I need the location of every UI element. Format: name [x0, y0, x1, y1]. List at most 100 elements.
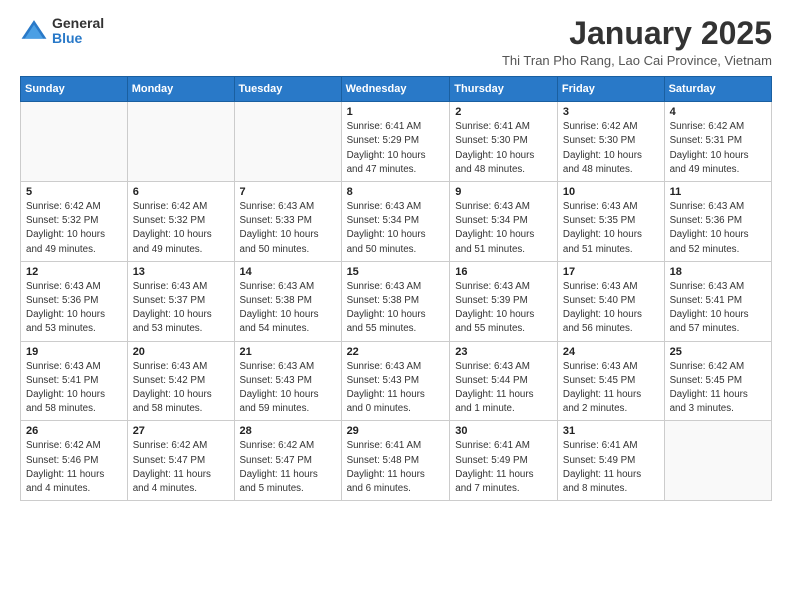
- header-day-sunday: Sunday: [21, 77, 128, 102]
- calendar-cell: 6Sunrise: 6:42 AM Sunset: 5:32 PM Daylig…: [127, 182, 234, 262]
- header: General Blue January 2025 Thi Tran Pho R…: [20, 16, 772, 68]
- day-number: 9: [455, 186, 552, 198]
- day-info: Sunrise: 6:43 AM Sunset: 5:33 PM Dayligh…: [240, 200, 336, 257]
- page: General Blue January 2025 Thi Tran Pho R…: [0, 0, 792, 517]
- day-info: Sunrise: 6:41 AM Sunset: 5:49 PM Dayligh…: [455, 439, 552, 496]
- calendar-week-5: 26 Sunrise: 6:42 AM Sunset: 5:46 PM Dayli…: [21, 421, 772, 501]
- header-day-friday: Friday: [557, 77, 664, 102]
- calendar-cell: 16 Sunrise: 6:43 AM Sunset: 5:39 PM Dayli…: [450, 261, 558, 341]
- logo-general: General: [52, 16, 104, 31]
- day-number: 26: [26, 425, 122, 437]
- calendar-cell: 7 Sunrise: 6:43 AM Sunset: 5:33 PM Daylig…: [234, 182, 341, 262]
- day-number: 16: [455, 266, 552, 278]
- day-info: Sunrise: 6:41 AM Sunset: 5:30 PM Dayligh…: [455, 120, 552, 177]
- calendar-cell: 5 Sunrise: 6:42 AM Sunset: 5:32 PM Daylig…: [21, 182, 128, 262]
- calendar-cell: 8 Sunrise: 6:43 AM Sunset: 5:34 PM Daylig…: [341, 182, 450, 262]
- day-number: 15: [347, 266, 445, 278]
- day-info: Sunrise: 6:42 AM Sunset: 5:30 PM Dayligh…: [563, 120, 659, 177]
- calendar-cell: 2Sunrise: 6:41 AM Sunset: 5:30 PM Daylig…: [450, 102, 558, 182]
- day-number: 1: [347, 106, 445, 118]
- calendar-cell: 25Sunrise: 6:42 AM Sunset: 5:45 PM Dayli…: [664, 341, 771, 421]
- day-info: Sunrise: 6:43 AM Sunset: 5:34 PM Dayligh…: [455, 200, 552, 257]
- day-info: Sunrise: 6:43 AM Sunset: 5:40 PM Dayligh…: [563, 280, 659, 337]
- calendar-cell: 21Sunrise: 6:43 AM Sunset: 5:43 PM Dayli…: [234, 341, 341, 421]
- calendar-cell: 27Sunrise: 6:42 AM Sunset: 5:47 PM Dayli…: [127, 421, 234, 501]
- calendar-cell: 26 Sunrise: 6:42 AM Sunset: 5:46 PM Dayli…: [21, 421, 128, 501]
- calendar: SundayMondayTuesdayWednesdayThursdayFrid…: [20, 76, 772, 501]
- day-number: 31: [563, 425, 659, 437]
- day-number: 25: [670, 346, 766, 358]
- day-number: 21: [240, 346, 336, 358]
- day-info: Sunrise: 6:43 AM Sunset: 5:42 PM Dayligh…: [133, 360, 229, 417]
- day-number: 23: [455, 346, 552, 358]
- calendar-cell: 22 Sunrise: 6:43 AM Sunset: 5:43 PM Dayli…: [341, 341, 450, 421]
- day-info: Sunrise: 6:41 AM Sunset: 5:48 PM Dayligh…: [347, 439, 445, 496]
- calendar-cell: 4Sunrise: 6:42 AM Sunset: 5:31 PM Daylig…: [664, 102, 771, 182]
- day-info: Sunrise: 6:43 AM Sunset: 5:38 PM Dayligh…: [347, 280, 445, 337]
- calendar-header-row: SundayMondayTuesdayWednesdayThursdayFrid…: [21, 77, 772, 102]
- day-info: Sunrise: 6:43 AM Sunset: 5:44 PM Dayligh…: [455, 360, 552, 417]
- day-number: 8: [347, 186, 445, 198]
- day-info: Sunrise: 6:42 AM Sunset: 5:31 PM Dayligh…: [670, 120, 766, 177]
- day-info: Sunrise: 6:41 AM Sunset: 5:29 PM Dayligh…: [347, 120, 445, 177]
- calendar-cell: [664, 421, 771, 501]
- day-number: 19: [26, 346, 122, 358]
- calendar-cell: 15 Sunrise: 6:43 AM Sunset: 5:38 PM Dayli…: [341, 261, 450, 341]
- header-day-thursday: Thursday: [450, 77, 558, 102]
- calendar-cell: 13 Sunrise: 6:43 AM Sunset: 5:37 PM Dayli…: [127, 261, 234, 341]
- calendar-cell: [127, 102, 234, 182]
- calendar-cell: [21, 102, 128, 182]
- subtitle: Thi Tran Pho Rang, Lao Cai Province, Vie…: [502, 53, 772, 68]
- logo-icon: [20, 17, 48, 45]
- calendar-cell: 12Sunrise: 6:43 AM Sunset: 5:36 PM Dayli…: [21, 261, 128, 341]
- day-number: 7: [240, 186, 336, 198]
- header-day-saturday: Saturday: [664, 77, 771, 102]
- calendar-cell: [234, 102, 341, 182]
- calendar-cell: 1 Sunrise: 6:41 AM Sunset: 5:29 PM Daylig…: [341, 102, 450, 182]
- calendar-cell: 31 Sunrise: 6:41 AM Sunset: 5:49 PM Dayli…: [557, 421, 664, 501]
- month-title: January 2025: [502, 16, 772, 51]
- day-info: Sunrise: 6:42 AM Sunset: 5:32 PM Dayligh…: [26, 200, 122, 257]
- day-info: Sunrise: 6:43 AM Sunset: 5:45 PM Dayligh…: [563, 360, 659, 417]
- calendar-cell: 11Sunrise: 6:43 AM Sunset: 5:36 PM Dayli…: [664, 182, 771, 262]
- day-number: 13: [133, 266, 229, 278]
- day-number: 24: [563, 346, 659, 358]
- calendar-cell: 20Sunrise: 6:43 AM Sunset: 5:42 PM Dayli…: [127, 341, 234, 421]
- calendar-cell: 18 Sunrise: 6:43 AM Sunset: 5:41 PM Dayli…: [664, 261, 771, 341]
- day-number: 22: [347, 346, 445, 358]
- day-info: Sunrise: 6:43 AM Sunset: 5:37 PM Dayligh…: [133, 280, 229, 337]
- calendar-week-1: 1 Sunrise: 6:41 AM Sunset: 5:29 PM Daylig…: [21, 102, 772, 182]
- day-number: 11: [670, 186, 766, 198]
- day-info: Sunrise: 6:43 AM Sunset: 5:36 PM Dayligh…: [26, 280, 122, 337]
- day-info: Sunrise: 6:43 AM Sunset: 5:34 PM Dayligh…: [347, 200, 445, 257]
- calendar-cell: 23 Sunrise: 6:43 AM Sunset: 5:44 PM Dayli…: [450, 341, 558, 421]
- header-day-tuesday: Tuesday: [234, 77, 341, 102]
- day-info: Sunrise: 6:43 AM Sunset: 5:43 PM Dayligh…: [347, 360, 445, 417]
- day-number: 3: [563, 106, 659, 118]
- logo: General Blue: [20, 16, 104, 47]
- calendar-week-4: 19 Sunrise: 6:43 AM Sunset: 5:41 PM Dayli…: [21, 341, 772, 421]
- day-info: Sunrise: 6:42 AM Sunset: 5:47 PM Dayligh…: [240, 439, 336, 496]
- day-number: 28: [240, 425, 336, 437]
- header-day-monday: Monday: [127, 77, 234, 102]
- day-info: Sunrise: 6:43 AM Sunset: 5:38 PM Dayligh…: [240, 280, 336, 337]
- header-day-wednesday: Wednesday: [341, 77, 450, 102]
- calendar-cell: 17 Sunrise: 6:43 AM Sunset: 5:40 PM Dayli…: [557, 261, 664, 341]
- day-number: 17: [563, 266, 659, 278]
- title-block: January 2025 Thi Tran Pho Rang, Lao Cai …: [502, 16, 772, 68]
- calendar-week-3: 12Sunrise: 6:43 AM Sunset: 5:36 PM Dayli…: [21, 261, 772, 341]
- logo-text: General Blue: [52, 16, 104, 47]
- day-info: Sunrise: 6:43 AM Sunset: 5:41 PM Dayligh…: [670, 280, 766, 337]
- logo-blue: Blue: [52, 31, 104, 46]
- day-info: Sunrise: 6:43 AM Sunset: 5:39 PM Dayligh…: [455, 280, 552, 337]
- day-number: 5: [26, 186, 122, 198]
- day-number: 29: [347, 425, 445, 437]
- day-info: Sunrise: 6:41 AM Sunset: 5:49 PM Dayligh…: [563, 439, 659, 496]
- day-info: Sunrise: 6:43 AM Sunset: 5:35 PM Dayligh…: [563, 200, 659, 257]
- calendar-cell: 28 Sunrise: 6:42 AM Sunset: 5:47 PM Dayli…: [234, 421, 341, 501]
- calendar-cell: 3 Sunrise: 6:42 AM Sunset: 5:30 PM Daylig…: [557, 102, 664, 182]
- day-info: Sunrise: 6:43 AM Sunset: 5:41 PM Dayligh…: [26, 360, 122, 417]
- day-info: Sunrise: 6:42 AM Sunset: 5:46 PM Dayligh…: [26, 439, 122, 496]
- day-number: 10: [563, 186, 659, 198]
- day-number: 18: [670, 266, 766, 278]
